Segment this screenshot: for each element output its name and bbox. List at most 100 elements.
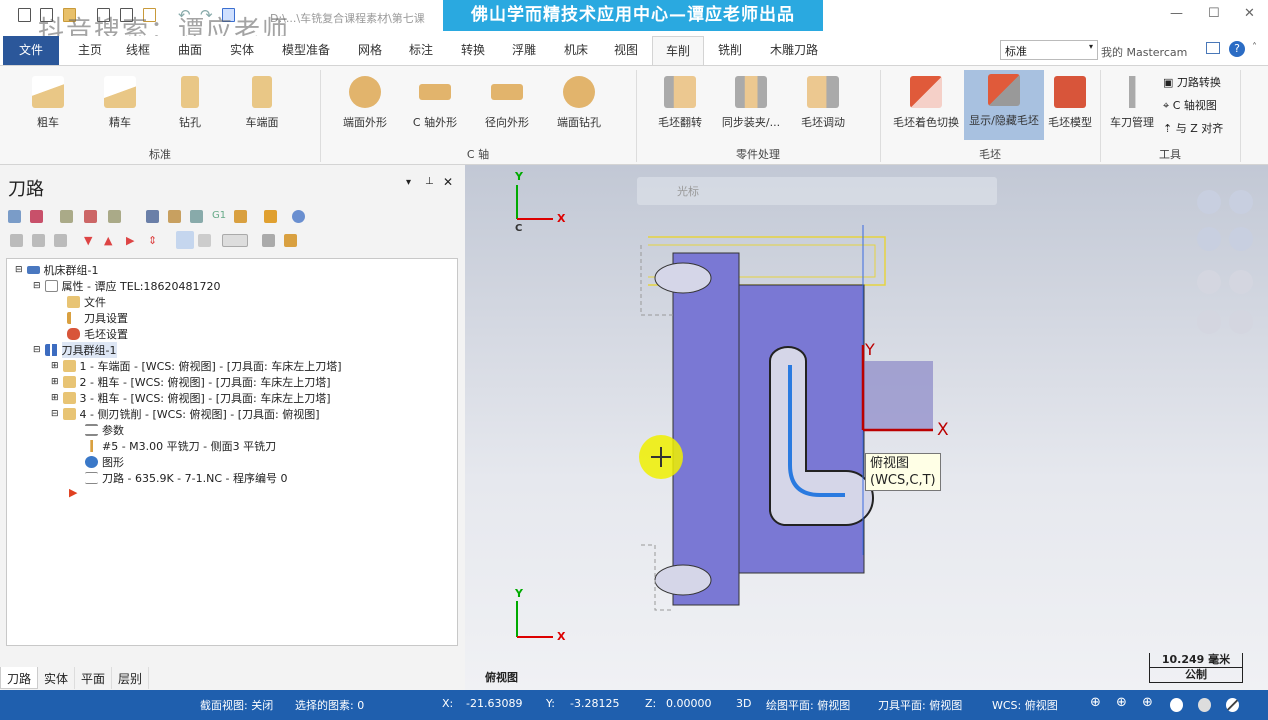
config-icon[interactable] [262,234,275,247]
g1-icon[interactable]: G1 [212,210,226,223]
config-dropdown[interactable]: 标准 ▾ [1000,40,1098,60]
pin-icon[interactable]: ⊥ [425,176,434,187]
curve-icon[interactable] [1229,310,1253,334]
tab-view[interactable]: 视图 [606,36,646,65]
cross-contour-button[interactable]: 径向外形 [476,72,538,130]
post-icon[interactable] [234,210,247,223]
tab-transform[interactable]: 转换 [453,36,493,65]
new-file-icon[interactable] [18,8,31,22]
tree-node-tool[interactable]: #5 - M3.00 平铣刀 - 侧面3 平铣刀 [85,438,276,454]
show-hide-stock-button[interactable]: 显示/隐藏毛坯 [964,70,1044,140]
face-drill-button[interactable]: 端面钻孔 [548,72,610,130]
simulate-icon[interactable] [190,210,203,223]
tab-wireframe[interactable]: 线框 [118,36,158,65]
tree-node-op-1[interactable]: ⊞ 1 - 车端面 - [WCS: 俯视图] - [刀具面: 车床左上刀塔] [51,358,342,374]
tab-wood-toolpath[interactable]: 木雕刀路 [762,36,826,65]
select-all-icon[interactable] [8,210,21,223]
help-icon[interactable]: ? [1229,41,1245,57]
filter-icon[interactable] [108,210,121,223]
tree-node-stock-setup[interactable]: 毛坯设置 [67,326,128,342]
tab-surface[interactable]: 曲面 [170,36,210,65]
expand-icon[interactable]: ⇕ [148,234,161,247]
translucent-icon[interactable] [1198,698,1211,712]
tab-planes[interactable]: 平面 [75,667,113,689]
tab-mesh[interactable]: 网格 [350,36,390,65]
toggle-display-icon[interactable] [32,234,45,247]
insert-arrow[interactable]: ▶ [69,486,77,499]
insert-arrow-icon[interactable]: ▶ [126,234,139,247]
zoom-in-icon[interactable] [1229,190,1253,214]
close-button[interactable]: ✕ [1244,6,1255,21]
close-panel-icon[interactable]: ✕ [443,175,453,189]
tree-node-op-2[interactable]: ⊞ 2 - 粗车 - [WCS: 俯视图] - [刀具面: 车床左上刀塔] [51,374,331,390]
tree-node-parameters[interactable]: 参数 [85,422,124,438]
globe-icon[interactable]: ⊕ [1142,695,1153,710]
globe-icon[interactable]: ⊕ [1090,695,1101,710]
tab-annotate[interactable]: 标注 [401,36,441,65]
tool-settings-icon[interactable] [284,234,297,247]
tree-node-properties[interactable]: ⊟ 属性 - 谭应 TEL:18620481720 [33,278,221,294]
tab-machine[interactable]: 机床 [556,36,596,65]
wcs-status[interactable]: WCS: 俯视图 [992,697,1058,713]
tab-relief[interactable]: 浮雕 [504,36,544,65]
tool-manager-button[interactable]: 车刀管理 [1106,72,1158,130]
layers-icon[interactable] [1197,227,1221,251]
tab-solids[interactable]: 实体 [38,667,76,689]
stock-transfer-button[interactable]: 同步装夹/... [716,72,786,130]
stock-model-button[interactable]: 毛坯模型 [1044,72,1096,130]
fit-icon[interactable] [1229,227,1253,251]
tree-node-op-3[interactable]: ⊞ 3 - 粗车 - [WCS: 俯视图] - [刀具面: 车床左上刀塔] [51,390,331,406]
toolpath-transform-button[interactable]: ▣ 刀路转换 [1163,74,1221,90]
tab-levels[interactable]: 层别 [112,667,150,689]
window-icon[interactable] [198,234,211,247]
face-button[interactable]: 车端面 [230,72,294,130]
face-contour-button[interactable]: 端面外形 [334,72,396,130]
collapse-ribbon-icon[interactable]: ˄ [1252,42,1257,53]
tree-node-machine-group[interactable]: ⊟ 机床群组-1 [15,262,99,278]
drill-button[interactable]: 钻孔 [160,72,220,130]
finish-turn-button[interactable]: 精车 [90,72,150,130]
tree-node-tool-settings[interactable]: 刀具设置 [67,310,128,326]
post-toggle-icon[interactable] [54,234,67,247]
section-view-status[interactable]: 截面视图: 关闭 [200,697,273,713]
graphics-viewport[interactable]: 光标 Y X C Y X 俯视图 (WCS,C,T) Y X 俯视图 10.249… [465,165,1268,690]
tool-plane-status[interactable]: 刀具平面: 俯视图 [878,697,962,713]
tree-node-toolpath[interactable]: 刀路 - 635.9K - 7-1.NC - 程序编号 0 [85,470,287,486]
display-options-dropdown[interactable] [222,234,248,247]
tab-toolpaths[interactable]: 刀路 [0,667,39,689]
panel-menu-icon[interactable]: ▾ [406,177,411,188]
tree-node-geometry[interactable]: 图形 [85,454,124,470]
stop-icon[interactable] [1197,310,1221,334]
tree-node-op-4[interactable]: ⊟ 4 - 侧刃铣削 - [WCS: 俯视图] - [刀具面: 俯视图] [51,406,320,422]
backplot-icon[interactable] [146,210,159,223]
regenerate-dirty-icon[interactable] [84,210,97,223]
verify-icon[interactable] [168,210,181,223]
minimize-button[interactable]: — [1170,6,1183,21]
tab-turning[interactable]: 车削 [652,36,704,65]
rough-turn-button[interactable]: 粗车 [18,72,78,130]
tree-node-toolgroup[interactable]: ⊟ 刀具群组-1 [33,342,117,358]
rotate-icon[interactable] [1229,270,1253,294]
wireframe-icon[interactable] [1226,698,1239,712]
move-up-icon[interactable]: ▲ [104,234,117,247]
globe-icon[interactable]: ⊕ [1116,695,1127,710]
settings-icon[interactable] [1197,270,1221,294]
move-down-icon[interactable]: ▼ [84,234,97,247]
deselect-icon[interactable] [30,210,43,223]
tab-model-prep[interactable]: 模型准备 [276,36,336,65]
lock-icon[interactable] [10,234,23,247]
tab-solid[interactable]: 实体 [222,36,262,65]
my-mastercam-link[interactable]: 我的 Mastercam [1101,44,1187,60]
shaded-icon[interactable] [1170,698,1183,712]
mode-2d-3d-toggle[interactable]: 3D [736,697,751,710]
view-cube-icon[interactable] [1197,190,1221,214]
stock-flip-button[interactable]: 毛坯翻转 [650,72,710,130]
tree-node-files[interactable]: 文件 [67,294,106,310]
stock-shading-button[interactable]: 毛坯着色切换 [888,72,964,130]
align-z-button[interactable]: ⇡ 与 Z 对齐 [1163,120,1223,136]
regenerate-icon[interactable] [60,210,73,223]
tab-file[interactable]: 文件 [3,36,59,65]
stock-advance-button[interactable]: 毛坯调动 [792,72,854,130]
tab-home[interactable]: 主页 [70,36,110,65]
c-axis-contour-button[interactable]: C 轴外形 [404,72,466,130]
